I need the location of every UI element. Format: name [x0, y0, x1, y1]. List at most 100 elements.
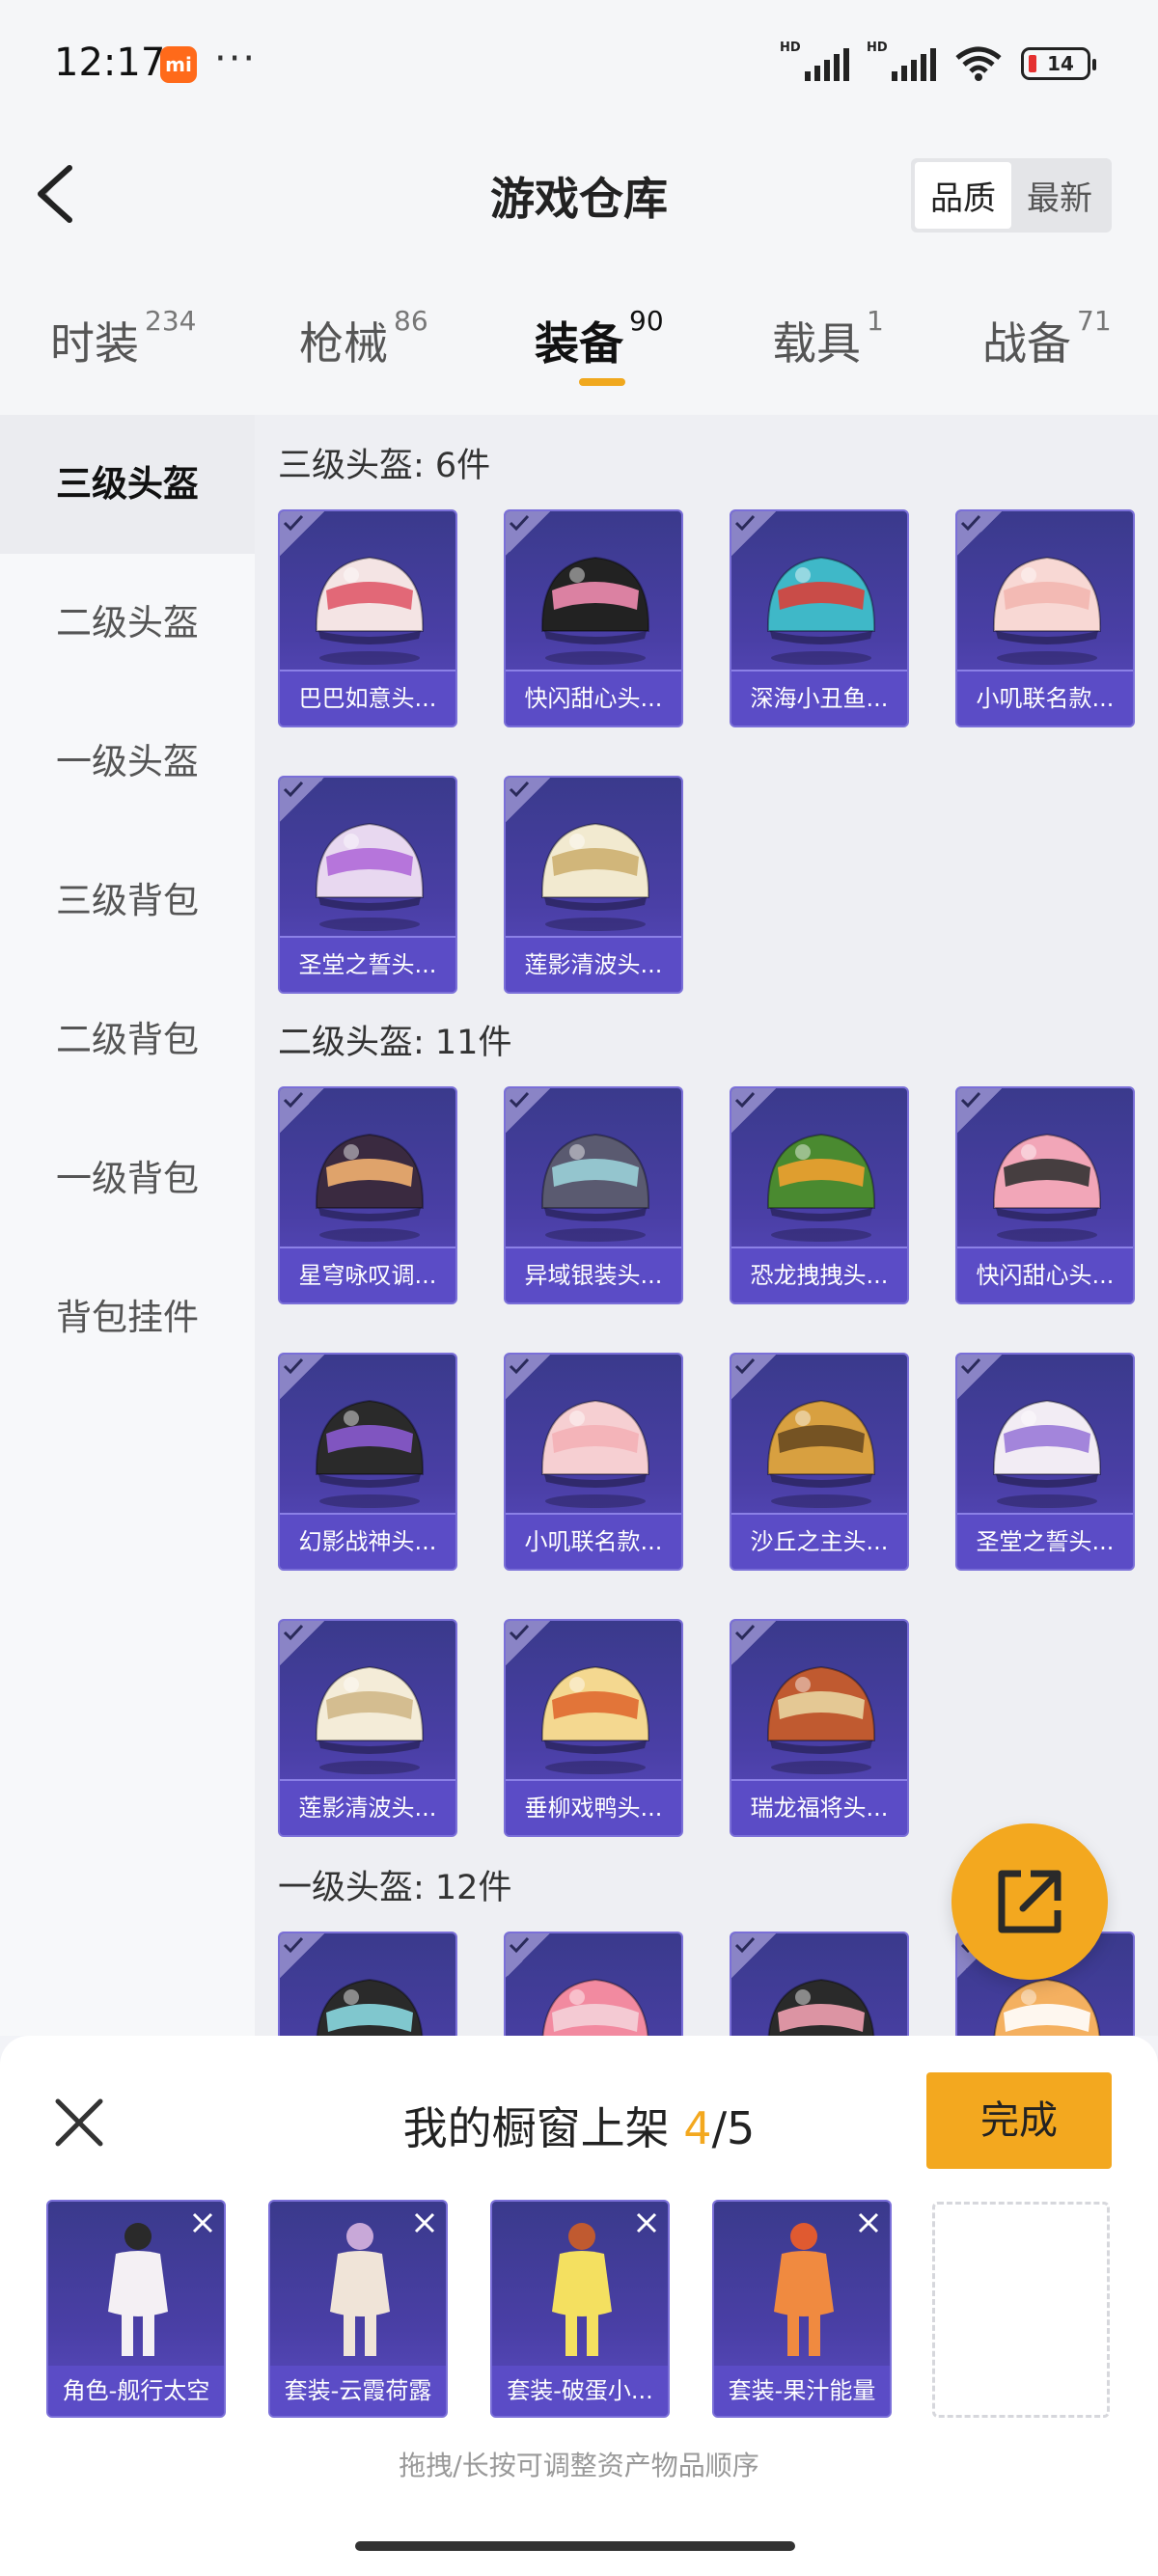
sidebar-item-level2-backpack[interactable]: 二级背包 [0, 971, 255, 1110]
showcase-panel: 我的橱窗上架 4/5 完成 角色-舰行太空 套装-云霞荷露 套装-破蛋小... 套装-… [0, 2036, 1158, 2576]
signal-icon: HD [780, 41, 849, 81]
sidebar: 三级头盔 二级头盔 一级头盔 三级背包 二级背包 一级背包 背包挂件 [0, 415, 255, 2036]
helmet-icon [315, 1399, 425, 1508]
remove-icon[interactable] [411, 2209, 438, 2236]
status-bar: 12:17 mi ··· HD HD 14 [0, 0, 1158, 135]
section-title: 二级头盔: 11件 [278, 1024, 512, 1062]
item-card[interactable]: 快闪甜心头... [955, 1086, 1135, 1304]
remove-icon[interactable] [633, 2209, 660, 2236]
item-name: 莲影清波头... [280, 1781, 455, 1835]
showcase-item[interactable]: 套装-云霞荷露 [268, 2200, 448, 2418]
item-name: 圣堂之誓头... [280, 938, 455, 992]
item-name: 巴巴如意头... [280, 671, 455, 726]
helmet-icon [541, 1978, 649, 2036]
helmet-icon [767, 1978, 875, 2036]
item-name: 恐龙拽拽头... [731, 1248, 907, 1302]
empty-showcase-slot[interactable] [932, 2202, 1110, 2418]
item-card[interactable]: 小叽联名款... [955, 509, 1135, 727]
sort-quality-button[interactable]: 品质 [915, 162, 1011, 229]
item-card[interactable]: 圣堂之誓头... [278, 776, 457, 994]
status-time: 12:17 [54, 41, 166, 85]
item-name: 星穹咏叹调... [280, 1248, 455, 1302]
item-card[interactable]: 巴巴如意头... [278, 509, 457, 727]
item-card[interactable]: 莲影清波头... [278, 1619, 457, 1837]
item-card[interactable]: 沙丘之主头... [730, 1353, 909, 1571]
tab-supplies[interactable]: 战备 71 [982, 305, 1112, 372]
helmet-icon [540, 822, 650, 931]
showcase-item-name: 套装-云霞荷露 [270, 2366, 446, 2416]
item-name: 小叽联名款... [957, 671, 1133, 726]
item-card[interactable] [504, 1932, 683, 2036]
remove-icon[interactable] [855, 2209, 882, 2236]
item-name: 瑞龙福将头... [731, 1781, 907, 1835]
sidebar-item-level3-helmet[interactable]: 三级头盔 [0, 415, 255, 554]
helmet-icon [540, 1399, 650, 1508]
tab-weapons[interactable]: 枪械 86 [299, 305, 428, 372]
item-name: 深海小丑鱼... [731, 671, 907, 726]
sort-toggle[interactable]: 品质 最新 [911, 158, 1112, 233]
tab-fashion[interactable]: 时装 234 [50, 305, 196, 372]
item-card[interactable]: 幻影战神头... [278, 1353, 457, 1571]
item-name: 垂柳戏鸭头... [506, 1781, 681, 1835]
helmet-icon [540, 1665, 650, 1774]
home-indicator[interactable] [355, 2541, 795, 2551]
helmet-icon [315, 556, 425, 665]
item-card[interactable]: 莲影清波头... [504, 776, 683, 994]
sidebar-item-level1-backpack[interactable]: 一级背包 [0, 1110, 255, 1248]
helmet-icon [315, 1665, 425, 1774]
tab-vehicles[interactable]: 载具 1 [772, 305, 884, 372]
item-name: 幻影战神头... [280, 1515, 455, 1569]
item-card[interactable]: 星穹咏叹调... [278, 1086, 457, 1304]
item-name: 快闪甜心头... [957, 1248, 1133, 1302]
remove-icon[interactable] [189, 2209, 216, 2236]
wifi-icon [955, 46, 1002, 81]
sidebar-item-level2-helmet[interactable]: 二级头盔 [0, 554, 255, 693]
outfit-figure-icon [330, 2223, 390, 2356]
item-card[interactable]: 垂柳戏鸭头... [504, 1619, 683, 1837]
item-card[interactable]: 圣堂之誓头... [955, 1353, 1135, 1571]
item-card[interactable]: 小叽联名款... [504, 1353, 683, 1571]
sidebar-item-level3-backpack[interactable]: 三级背包 [0, 832, 255, 971]
helmet-icon [315, 822, 425, 931]
more-notifications-icon: ··· [214, 37, 258, 81]
helmet-icon [992, 556, 1102, 665]
tab-equipment[interactable]: 装备 90 [535, 305, 664, 372]
outfit-figure-icon [108, 2223, 168, 2356]
sort-newest-button[interactable]: 最新 [1011, 162, 1108, 229]
item-name: 莲影清波头... [506, 938, 681, 992]
showcase-item[interactable]: 角色-舰行太空 [46, 2200, 226, 2418]
item-name: 圣堂之誓头... [957, 1515, 1133, 1569]
helmet-icon [766, 556, 876, 665]
outfit-figure-icon [552, 2223, 612, 2356]
done-button[interactable]: 完成 [926, 2072, 1112, 2169]
sidebar-item-backpack-charm[interactable]: 背包挂件 [0, 1248, 255, 1387]
showcase-item[interactable]: 套装-果汁能量 [712, 2200, 892, 2418]
sidebar-item-level1-helmet[interactable]: 一级头盔 [0, 693, 255, 832]
item-card[interactable]: 异域银装头... [504, 1086, 683, 1304]
item-name: 沙丘之主头... [731, 1515, 907, 1569]
share-button[interactable] [951, 1823, 1108, 1980]
helmet-icon [540, 1133, 650, 1242]
category-tabs: 时装 234 枪械 86 装备 90 载具 1 战备 71 [0, 251, 1158, 415]
signal-icon-2: HD [867, 41, 936, 81]
showcase-item-name: 套装-果汁能量 [714, 2366, 890, 2416]
helmet-icon [316, 1978, 424, 2036]
helmet-icon [992, 1133, 1102, 1242]
mi-app-icon: mi [160, 46, 197, 83]
helmet-icon [540, 556, 650, 665]
showcase-item-name: 套装-破蛋小... [492, 2366, 668, 2416]
item-card[interactable]: 瑞龙福将头... [730, 1619, 909, 1837]
showcase-item-name: 角色-舰行太空 [48, 2366, 224, 2416]
active-tab-indicator [579, 378, 625, 386]
helmet-icon [992, 1399, 1102, 1508]
helmet-icon [766, 1665, 876, 1774]
helmet-icon [315, 1133, 425, 1242]
item-card[interactable] [278, 1932, 457, 2036]
showcase-count: 4 [683, 2102, 712, 2154]
showcase-item[interactable]: 套装-破蛋小... [490, 2200, 670, 2418]
item-card[interactable]: 快闪甜心头... [504, 509, 683, 727]
section-title: 一级头盔: 12件 [278, 1869, 512, 1907]
item-card[interactable]: 恐龙拽拽头... [730, 1086, 909, 1304]
item-card[interactable]: 深海小丑鱼... [730, 509, 909, 727]
item-card[interactable] [730, 1932, 909, 2036]
